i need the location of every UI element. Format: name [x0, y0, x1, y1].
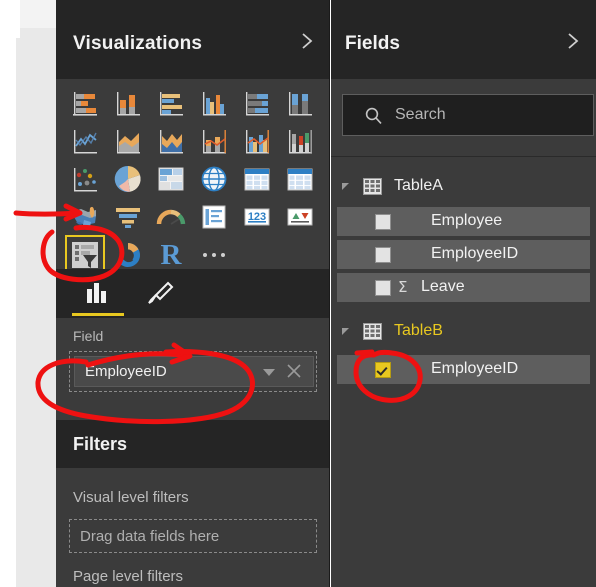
field-table-name: TableB	[394, 322, 443, 339]
clustered-bar-chart-icon[interactable]	[154, 86, 188, 120]
sigma-aggregate-icon: Σ	[398, 278, 408, 296]
paintbrush-icon	[148, 281, 174, 304]
hundred-percent-stacked-bar-chart-icon[interactable]	[240, 86, 274, 120]
field-table-TableA[interactable]: TableA	[331, 172, 596, 201]
gauge-chart-icon[interactable]	[154, 200, 188, 234]
tab-fields-active-indicator	[72, 313, 124, 316]
table-icon	[363, 323, 382, 340]
visualizations-pane: Visualizations 123 R Field EmployeeID Fi…	[56, 0, 330, 587]
tab-format[interactable]	[134, 277, 186, 310]
filters-body: Visual level filters Drag data fields he…	[56, 468, 330, 587]
card-visual-icon[interactable]: 123	[240, 200, 274, 234]
field-item-EmployeeID[interactable]: EmployeeID	[337, 240, 590, 269]
pane-divider[interactable]	[329, 0, 330, 587]
bar-chart-icon	[87, 283, 106, 303]
filters-title: Filters	[73, 434, 128, 454]
collapse-triangle-icon[interactable]	[342, 328, 349, 335]
search-placeholder: Search	[395, 106, 446, 123]
field-well-label: Field	[73, 328, 104, 344]
hundred-percent-stacked-column-chart-icon[interactable]	[283, 86, 317, 120]
field-well-section: Field EmployeeID	[56, 318, 330, 420]
filled-map-icon[interactable]	[68, 200, 102, 234]
area-chart-icon[interactable]	[111, 124, 145, 158]
line-and-clustered-column-chart-icon[interactable]	[240, 124, 274, 158]
close-icon[interactable]	[285, 362, 303, 380]
stacked-area-chart-icon[interactable]	[154, 124, 188, 158]
report-page-white-body	[0, 38, 16, 587]
fields-pane: Fields Search TableA Employee EmployeeID…	[331, 0, 596, 587]
report-page-white-area	[0, 0, 20, 38]
donut-chart-icon[interactable]	[111, 238, 145, 272]
fields-title: Fields	[345, 33, 400, 54]
chevron-right-icon[interactable]	[298, 32, 316, 50]
r-script-visual-icon[interactable]: R	[154, 238, 188, 272]
map-globe-icon[interactable]	[197, 162, 231, 196]
tab-fields[interactable]	[72, 277, 124, 310]
line-and-stacked-column-chart-icon[interactable]	[197, 124, 231, 158]
treemap-chart-icon[interactable]	[154, 162, 188, 196]
field-checkbox[interactable]	[375, 280, 391, 296]
filters-header: Filters	[56, 420, 330, 468]
visualizations-tabstrip	[56, 269, 330, 318]
more-visuals-ellipsis-icon[interactable]	[197, 238, 231, 272]
search-input[interactable]: Search	[342, 94, 594, 136]
stacked-column-chart-icon[interactable]	[111, 86, 145, 120]
field-checkbox[interactable]	[375, 214, 391, 230]
visualizations-title: Visualizations	[73, 33, 203, 54]
field-item-TableB-EmployeeID[interactable]: EmployeeID	[337, 355, 590, 384]
visualization-type-gallery: 123 R	[56, 79, 330, 275]
scatter-chart-icon[interactable]	[68, 162, 102, 196]
field-table-name: TableA	[394, 177, 443, 194]
field-item-label: Employee	[431, 212, 503, 229]
chevron-right-icon[interactable]	[564, 32, 582, 50]
visual-level-filters-placeholder: Drag data fields here	[80, 528, 220, 545]
power-bi-panes: Visualizations 123 R Field EmployeeID Fi…	[0, 0, 596, 587]
field-well-dropzone[interactable]: EmployeeID	[69, 351, 317, 392]
funnel-chart-icon[interactable]	[111, 200, 145, 234]
line-chart-icon[interactable]	[68, 124, 102, 158]
chevron-down-icon[interactable]	[263, 369, 275, 376]
page-level-filters-label: Page level filters	[73, 568, 184, 585]
slicer-visual-icon[interactable]	[65, 235, 105, 275]
matrix-visual-icon[interactable]	[283, 162, 317, 196]
ribbon-chart-icon[interactable]	[283, 124, 317, 158]
fields-separator	[331, 156, 596, 157]
field-table-TableB[interactable]: TableB	[331, 317, 596, 346]
field-item-label: EmployeeID	[431, 245, 519, 262]
collapse-triangle-icon[interactable]	[342, 183, 349, 190]
fields-header: Fields	[331, 0, 596, 79]
field-item-Leave[interactable]: Σ Leave	[337, 273, 590, 302]
field-well-chip[interactable]: EmployeeID	[74, 356, 314, 387]
field-well-chip-label: EmployeeID	[85, 363, 167, 380]
multi-row-card-icon[interactable]	[197, 200, 231, 234]
kpi-visual-icon[interactable]	[283, 200, 317, 234]
field-checkbox[interactable]	[375, 362, 391, 378]
table-visual-icon[interactable]	[240, 162, 274, 196]
field-item-Employee[interactable]: Employee	[337, 207, 590, 236]
field-checkbox[interactable]	[375, 247, 391, 263]
search-icon	[364, 106, 383, 125]
visual-level-filters-label: Visual level filters	[73, 489, 189, 506]
table-icon	[363, 178, 382, 195]
visualizations-header: Visualizations	[56, 0, 330, 79]
stacked-bar-chart-icon[interactable]	[68, 86, 102, 120]
visual-level-filters-dropzone[interactable]: Drag data fields here	[69, 519, 317, 553]
pie-chart-icon[interactable]	[111, 162, 145, 196]
field-item-label: Leave	[421, 278, 465, 295]
field-item-label: EmployeeID	[431, 360, 519, 377]
clustered-column-chart-icon[interactable]	[197, 86, 231, 120]
